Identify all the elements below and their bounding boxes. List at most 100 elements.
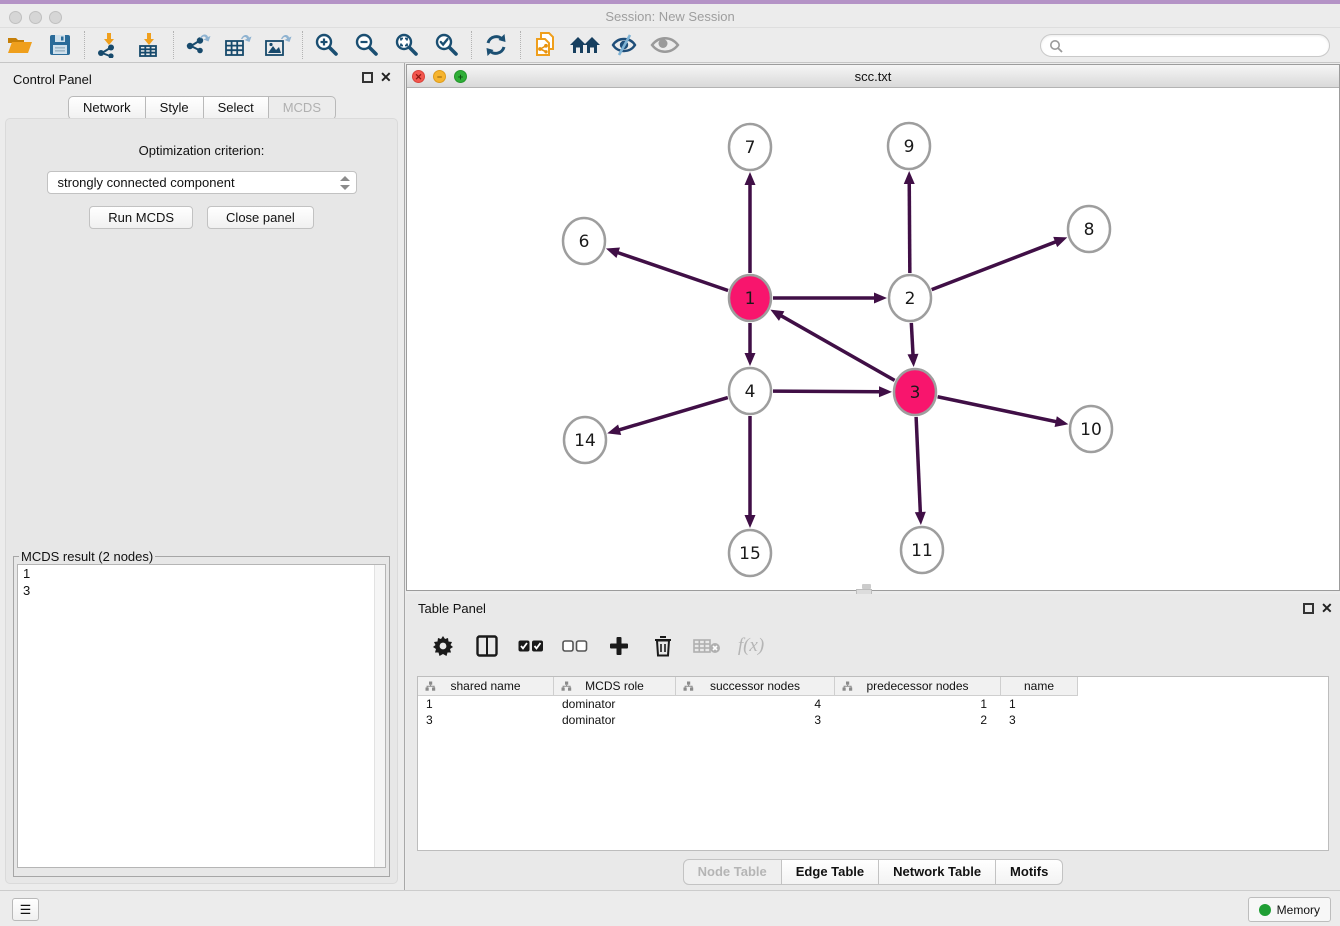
table-panel-header: Table Panel ✕ [406, 594, 1340, 620]
window-title: Session: New Session [0, 9, 1340, 24]
float-table-panel-icon[interactable] [1303, 603, 1314, 614]
column-header-shared-name[interactable]: shared name [418, 677, 554, 696]
save-session-button[interactable] [40, 29, 80, 61]
column-header-mcds-role[interactable]: MCDS role [554, 677, 676, 696]
home-button[interactable] [565, 29, 605, 61]
tab-network-table[interactable]: Network Table [879, 859, 996, 885]
add-row-button[interactable] [604, 631, 634, 661]
zoom-fit-button[interactable] [387, 29, 427, 61]
tab-edge-table[interactable]: Edge Table [782, 859, 879, 885]
search-field[interactable] [1040, 34, 1330, 57]
run-mcds-button[interactable]: Run MCDS [89, 206, 193, 229]
zoom-in-button[interactable] [307, 29, 347, 61]
search-input[interactable] [1040, 34, 1330, 57]
select-stepper-icon [339, 174, 351, 192]
export-table-button[interactable] [218, 29, 258, 61]
task-history-button[interactable]: ☰ [12, 898, 39, 921]
graph-node-label: 11 [911, 541, 933, 561]
tab-node-table[interactable]: Node Table [683, 859, 782, 885]
memory-label: Memory [1277, 903, 1320, 917]
import-network-button[interactable] [89, 29, 129, 61]
zoom-fit-icon [394, 32, 420, 58]
import-table-icon [136, 32, 162, 58]
cell-predecessor-nodes: 2 [835, 712, 1001, 728]
select-all-button[interactable] [516, 631, 546, 661]
graph-edge[interactable] [932, 241, 1057, 289]
graph-edge-arrowhead [745, 353, 756, 366]
column-label: predecessor nodes [866, 679, 968, 693]
float-panel-icon[interactable] [362, 72, 373, 83]
memory-status-dot [1259, 904, 1271, 916]
mcds-result-title: MCDS result (2 nodes) [19, 549, 155, 564]
criterion-select[interactable]: strongly connected component [47, 171, 357, 194]
eye-slash-icon [610, 33, 640, 57]
export-table-icon [223, 32, 253, 58]
export-network-button[interactable] [178, 29, 218, 61]
column-header-predecessor-nodes[interactable]: predecessor nodes [835, 677, 1001, 696]
import-network-icon [96, 32, 122, 58]
tab-select[interactable]: Select [204, 96, 269, 120]
zoom-in-icon [314, 32, 340, 58]
graph-edge[interactable] [616, 252, 728, 290]
hierarchy-sort-icon [425, 681, 436, 692]
table-row[interactable]: 1 dominator 4 1 1 [418, 696, 1328, 712]
graph-edge[interactable] [773, 391, 881, 392]
deselect-all-button[interactable] [560, 631, 590, 661]
duplicate-network-button[interactable] [525, 29, 565, 61]
zoom-out-button[interactable] [347, 29, 387, 61]
node-table[interactable]: shared name MCDS role successor nodes pr… [417, 676, 1329, 851]
main-toolbar [0, 28, 1340, 63]
memory-button[interactable]: Memory [1248, 897, 1331, 922]
toolbar-separator [84, 31, 85, 59]
graph-edge-arrowhead [904, 171, 915, 184]
delete-row-button[interactable] [648, 631, 678, 661]
table-panel: Table Panel ✕ [406, 594, 1340, 890]
plus-icon [609, 636, 629, 656]
show-columns-button[interactable] [472, 631, 502, 661]
graph-edge-arrowhead [745, 172, 756, 185]
column-header-successor-nodes[interactable]: successor nodes [676, 677, 835, 696]
open-session-button[interactable] [0, 29, 40, 61]
close-panel-button[interactable]: Close panel [207, 206, 314, 229]
graph-edge-arrowhead [879, 386, 892, 397]
graph-edge-arrowhead [745, 515, 756, 528]
graph-edge[interactable] [911, 323, 913, 356]
mcds-result-item: 1 [18, 565, 385, 582]
column-header-name[interactable]: name [1001, 677, 1078, 696]
table-settings-button[interactable] [428, 631, 458, 661]
mcds-result-list[interactable]: 1 3 [17, 564, 386, 868]
mcds-result-group: MCDS result (2 nodes) 1 3 [13, 549, 390, 877]
network-canvas-svg: 7968124314101511 [407, 88, 1339, 590]
tab-mcds[interactable]: MCDS [269, 96, 336, 120]
network-window-titlebar[interactable]: ✕ − + scc.txt [407, 65, 1339, 88]
network-canvas[interactable]: 7968124314101511 [407, 88, 1339, 590]
zoom-selected-button[interactable] [427, 29, 467, 61]
refresh-view-button[interactable] [476, 29, 516, 61]
import-table-button[interactable] [129, 29, 169, 61]
function-builder-button[interactable]: f(x) [736, 631, 766, 661]
graph-edge[interactable] [780, 315, 895, 380]
table-panel-tabs: Node Table Edge Table Network Table Moti… [406, 859, 1340, 885]
show-all-button[interactable] [645, 29, 685, 61]
duplicate-network-icon [532, 31, 558, 59]
result-scrollbar[interactable] [374, 565, 385, 867]
close-table-panel-icon[interactable]: ✕ [1321, 601, 1333, 615]
tab-style[interactable]: Style [146, 96, 204, 120]
unchecked-boxes-icon [562, 640, 588, 653]
tab-motifs[interactable]: Motifs [996, 859, 1063, 885]
delete-table-button[interactable] [692, 631, 722, 661]
graph-node-label: 10 [1080, 420, 1102, 440]
export-image-button[interactable] [258, 29, 298, 61]
graph-edge[interactable] [909, 182, 910, 273]
list-icon: ☰ [20, 902, 32, 917]
graph-edge[interactable] [618, 398, 728, 431]
table-row[interactable]: 3 dominator 3 2 3 [418, 712, 1328, 728]
hierarchy-sort-icon [683, 681, 694, 692]
toolbar-separator [520, 31, 521, 59]
tab-network[interactable]: Network [68, 96, 146, 120]
hide-selected-button[interactable] [605, 29, 645, 61]
graph-edge[interactable] [916, 417, 920, 514]
graph-edge[interactable] [938, 397, 1058, 422]
mcds-result-item: 3 [18, 582, 385, 599]
close-panel-icon[interactable]: ✕ [380, 70, 392, 84]
